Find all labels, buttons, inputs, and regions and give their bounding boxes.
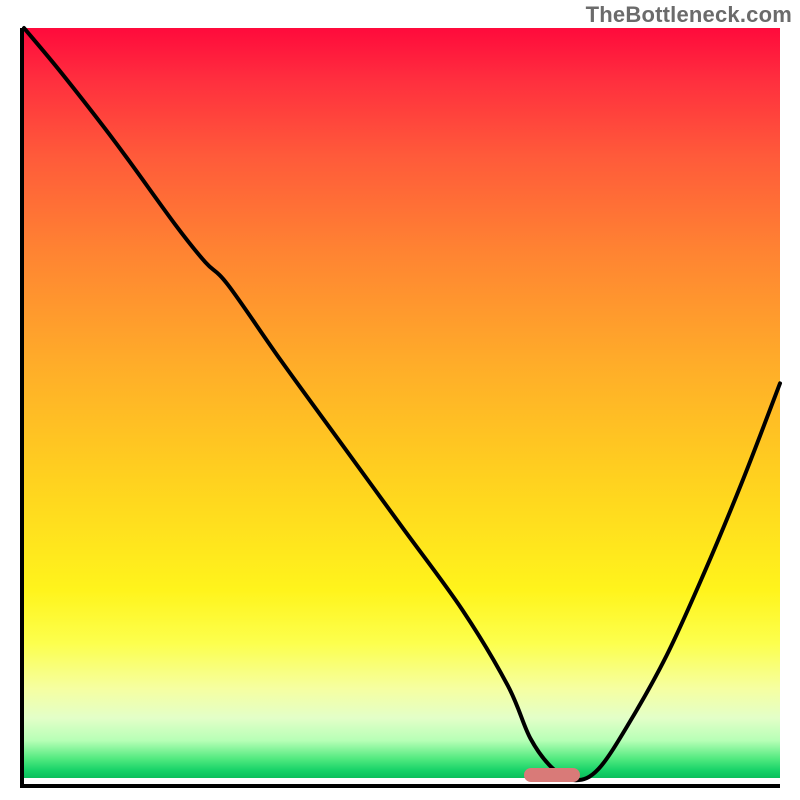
curve-path <box>24 28 780 780</box>
chart-stage: TheBottleneck.com <box>0 0 800 800</box>
plot-area <box>20 28 780 788</box>
watermark-text: TheBottleneck.com <box>586 2 792 28</box>
bottleneck-curve <box>24 28 780 784</box>
optimum-marker <box>524 768 580 782</box>
